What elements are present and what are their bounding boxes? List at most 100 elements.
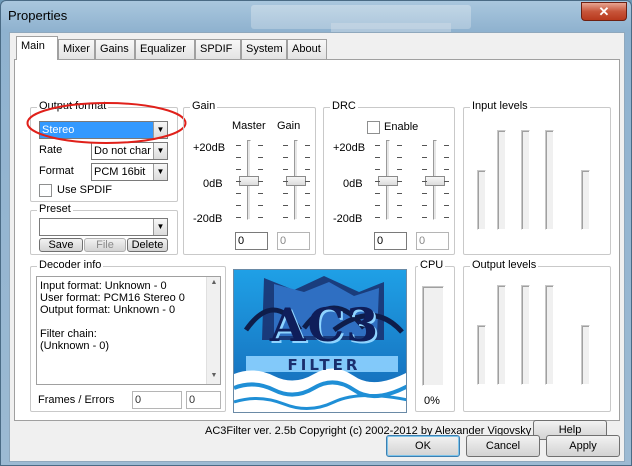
sample-format-select[interactable]: PCM 16bit ▼ <box>91 163 168 181</box>
slider-tick <box>375 205 380 206</box>
slider-tick <box>397 205 402 206</box>
level-meter <box>581 170 590 230</box>
tab-gains[interactable]: Gains <box>95 39 135 59</box>
slider-tick <box>283 193 288 194</box>
errors-input[interactable]: 0 <box>186 391 221 409</box>
slider-tick <box>397 157 402 158</box>
slider-tick <box>283 217 288 218</box>
slider-tick <box>444 217 449 218</box>
dialog-client: Main Mixer Gains Equalizer SPDIF System … <box>9 32 625 462</box>
slider-tick <box>236 217 241 218</box>
scroll-down-icon[interactable]: ▼ <box>209 372 219 382</box>
level-meter <box>545 130 554 230</box>
slider-tick <box>258 217 263 218</box>
decoder-info-text[interactable]: Input format: Unknown - 0 User format: P… <box>36 276 221 385</box>
decoder-line: User format: PCM16 Stereo 0 <box>40 292 185 304</box>
slider-tick <box>283 205 288 206</box>
master-slider-thumb[interactable] <box>239 176 259 186</box>
main-tab-panel: Output format Stereo ▼ Rate Do not char … <box>14 59 620 440</box>
properties-window: Properties ✕ Main Mixer Gains Equalizer … <box>0 0 632 466</box>
level-meter <box>545 285 554 385</box>
cpu-label: CPU <box>418 259 446 271</box>
slider-tick <box>444 193 449 194</box>
slider-tick <box>375 181 380 182</box>
tab-about[interactable]: About <box>287 39 327 59</box>
sample-format-value: PCM 16bit <box>94 166 146 178</box>
save-preset-button[interactable]: Save <box>39 238 83 252</box>
drc-enable-label: Enable <box>384 121 419 133</box>
chevron-down-icon: ▼ <box>153 164 167 180</box>
decoder-scrollbar[interactable]: ▲ ▼ <box>206 277 220 384</box>
close-button[interactable]: ✕ <box>581 2 627 21</box>
slider-tick <box>305 169 310 170</box>
slider-tick <box>258 145 263 146</box>
slider-tick <box>236 181 241 182</box>
use-spdif-checkbox[interactable] <box>39 184 52 197</box>
gain-value-input[interactable]: 0 <box>277 232 310 250</box>
level-meter <box>521 285 530 385</box>
apply-button[interactable]: Apply <box>546 435 620 457</box>
ok-button[interactable]: OK <box>386 435 460 457</box>
decoder-line: Input format: Unknown - 0 <box>40 280 167 292</box>
frames-input[interactable]: 0 <box>132 391 182 409</box>
slider-tick <box>305 157 310 158</box>
slider-tick <box>258 181 263 182</box>
slider-tick <box>236 157 241 158</box>
slider-tick <box>258 205 263 206</box>
drc-slider-thumb[interactable] <box>378 176 398 186</box>
decoder-line: Output format: Unknown - 0 <box>40 304 176 316</box>
drc-group-label: DRC <box>330 100 358 112</box>
tab-spdif[interactable]: SPDIF <box>195 39 241 59</box>
cpu-meter <box>422 286 444 386</box>
slider-tick <box>305 217 310 218</box>
tab-equalizer[interactable]: Equalizer <box>135 39 195 59</box>
slider-tick <box>236 169 241 170</box>
preset-select[interactable]: ▼ <box>39 218 168 236</box>
level-meter <box>581 325 590 385</box>
drc-plus20-label: +20dB <box>333 142 366 154</box>
drc-level-input[interactable]: 0 <box>416 232 449 250</box>
cancel-button[interactable]: Cancel <box>466 435 540 457</box>
master-value-input[interactable]: 0 <box>235 232 268 250</box>
slider-tick <box>397 145 402 146</box>
gain-minus20-label: -20dB <box>193 213 223 225</box>
delete-preset-button[interactable]: Delete <box>127 238 168 252</box>
drc-enable-checkbox[interactable] <box>367 121 380 134</box>
cpu-value: 0% <box>424 395 440 407</box>
tab-system[interactable]: System <box>241 39 287 59</box>
use-spdif-label: Use SPDIF <box>57 184 113 196</box>
slider-tick <box>444 157 449 158</box>
level-meter <box>497 130 506 230</box>
slider-tick <box>283 181 288 182</box>
level-meter <box>477 325 486 385</box>
gain-label: Gain <box>277 120 301 132</box>
scroll-up-icon[interactable]: ▲ <box>209 279 219 289</box>
slider-tick <box>283 169 288 170</box>
file-button[interactable]: File <box>84 238 126 252</box>
ac3filter-logo: AC3 FILTER <box>233 269 407 413</box>
slider-tick <box>375 169 380 170</box>
slider-tick <box>236 145 241 146</box>
chevron-down-icon: ▼ <box>153 219 167 235</box>
gain-group-label: Gain <box>190 100 218 112</box>
drc-0db-label: 0dB <box>343 178 363 190</box>
slider-tick <box>422 193 427 194</box>
slider-tick <box>375 157 380 158</box>
slider-tick <box>305 145 310 146</box>
drc-value-input[interactable]: 0 <box>374 232 407 250</box>
tab-mixer[interactable]: Mixer <box>58 39 95 59</box>
slider-tick <box>258 193 263 194</box>
drc-level-slider-thumb[interactable] <box>425 176 445 186</box>
slider-tick <box>283 157 288 158</box>
slider-tick <box>258 169 263 170</box>
slider-tick <box>283 145 288 146</box>
tab-main[interactable]: Main <box>16 36 58 60</box>
slider-tick <box>422 145 427 146</box>
slider-tick <box>444 169 449 170</box>
format-label: Format <box>39 165 74 177</box>
slider-tick <box>305 181 310 182</box>
logo-text: AC3 <box>269 298 381 352</box>
level-meter <box>521 130 530 230</box>
annotation-ellipse <box>26 102 187 144</box>
gain-slider-thumb[interactable] <box>286 176 306 186</box>
